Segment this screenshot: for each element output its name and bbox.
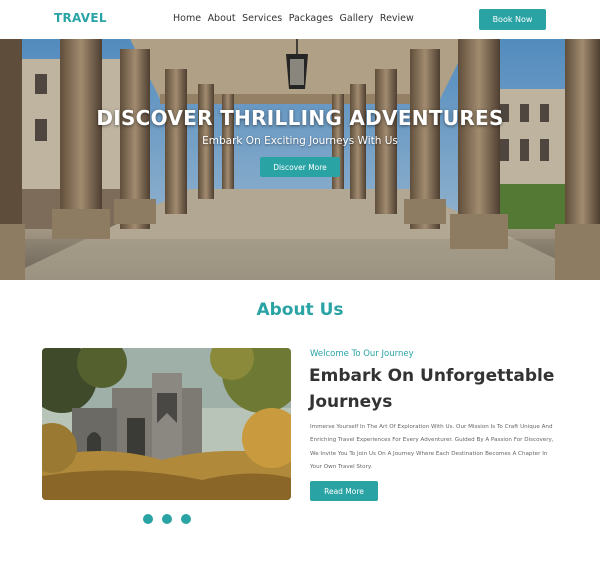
read-more-button[interactable]: Read More [310, 481, 378, 501]
hero-subtitle: Embark On Exciting Journeys With Us [202, 135, 398, 147]
nav-link-packages[interactable]: Packages [289, 13, 333, 24]
about-kicker: Welcome To Our Journey [310, 349, 414, 359]
carousel-dot-3[interactable] [181, 514, 191, 524]
about-section-title: About Us [256, 300, 344, 320]
about-body-text: Immerse Yourself In The Art Of Explorati… [310, 424, 554, 471]
nav-link-gallery[interactable]: Gallery [340, 13, 374, 24]
castle-ruins-image [42, 348, 291, 500]
carousel-dot-1[interactable] [143, 514, 153, 524]
brand-logo[interactable]: TRAVEL [54, 11, 107, 25]
nav-link-services[interactable]: Services [242, 13, 282, 24]
navbar: TRAVEL Home About Services Packages Gall… [0, 0, 600, 39]
nav-links: Home About Services Packages Gallery Rev… [173, 13, 420, 24]
nav-link-home[interactable]: Home [173, 13, 201, 24]
carousel-dot-2[interactable] [162, 514, 172, 524]
about-image-castle-ruins [42, 348, 291, 500]
carousel-dots [143, 514, 191, 524]
hero-banner: DISCOVER THRILLING ADVENTURES Embark On … [0, 39, 600, 280]
nav-link-review[interactable]: Review [380, 13, 414, 24]
hero-title: DISCOVER THRILLING ADVENTURES [96, 106, 504, 130]
nav-link-about[interactable]: About [208, 13, 236, 24]
about-heading: Embark On Unforgettable Journeys [309, 366, 555, 412]
book-now-button[interactable]: Book Now [479, 9, 546, 30]
discover-more-button[interactable]: Discover More [260, 157, 340, 177]
